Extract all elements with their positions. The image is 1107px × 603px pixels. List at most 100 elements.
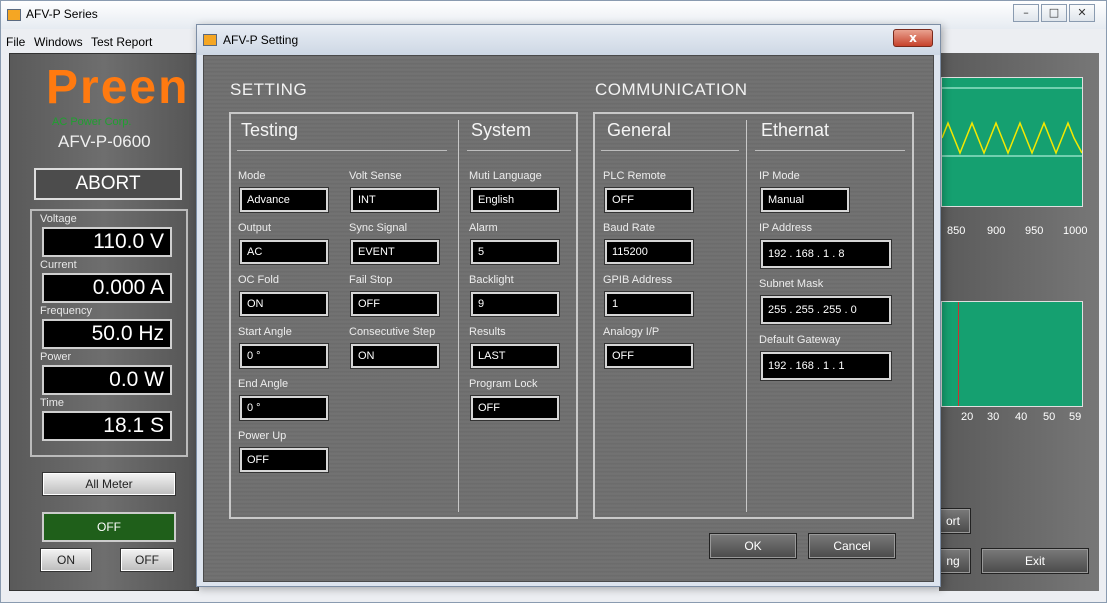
language-field[interactable]: English — [471, 188, 559, 212]
axis-tick: 950 — [1025, 225, 1044, 237]
heading-divider — [755, 150, 905, 151]
marker-line — [958, 302, 959, 406]
output-label: Output — [238, 222, 272, 234]
end-angle-label: End Angle — [238, 378, 289, 390]
menu-test-report[interactable]: Test Report — [91, 35, 152, 49]
heading-divider — [237, 150, 447, 151]
meter-frame: Voltage 110.0 V Current 0.000 A Frequenc… — [30, 209, 188, 457]
backlight-field[interactable]: 9 — [471, 292, 559, 316]
time-label: Time — [40, 397, 65, 409]
ip-address-field[interactable]: 192 . 168 . 1 . 8 — [761, 240, 891, 268]
exit-button[interactable]: Exit — [981, 548, 1089, 574]
cancel-button[interactable]: Cancel — [808, 533, 896, 559]
output-field[interactable]: AC — [240, 240, 328, 264]
frequency-label: Frequency — [40, 305, 92, 317]
maximize-button[interactable]: □ — [1041, 4, 1067, 22]
dialog-title: AFV-P Setting — [223, 33, 299, 47]
analogy-ip-label: Analogy I/P — [603, 326, 660, 338]
power-up-label: Power Up — [238, 430, 287, 442]
gpib-address-label: GPIB Address — [603, 274, 673, 286]
status-display: ABORT — [34, 168, 182, 200]
consecutive-step-field[interactable]: ON — [351, 344, 439, 368]
ethernet-heading: Ethernat — [761, 120, 830, 140]
fail-stop-field[interactable]: OFF — [351, 292, 439, 316]
backlight-label: Backlight — [469, 274, 514, 286]
baud-rate-field[interactable]: 115200 — [605, 240, 693, 264]
menu-windows[interactable]: Windows — [34, 35, 83, 49]
alarm-field[interactable]: 5 — [471, 240, 559, 264]
default-gateway-label: Default Gateway — [759, 334, 841, 346]
fail-stop-label: Fail Stop — [349, 274, 393, 286]
ip-mode-field[interactable]: Manual — [761, 188, 849, 212]
plc-remote-label: PLC Remote — [603, 170, 666, 182]
axis-tick: 59 — [1069, 411, 1082, 423]
results-field[interactable]: LAST — [471, 344, 559, 368]
program-lock-field[interactable]: OFF — [471, 396, 559, 420]
volt-sense-label: Volt Sense — [349, 170, 402, 182]
communication-section-title: COMMUNICATION — [595, 80, 748, 99]
axis-tick: 900 — [987, 225, 1006, 237]
dialog-body: SETTING COMMUNICATION Testing System Mod… — [203, 55, 934, 582]
all-meter-button[interactable]: All Meter — [42, 472, 176, 496]
general-heading: General — [607, 120, 672, 140]
model-name: AFV-P-0600 — [58, 132, 151, 151]
power-label: Power — [40, 351, 72, 363]
output-off-button[interactable]: OFF — [120, 548, 174, 572]
axis-tick: 40 — [1015, 411, 1028, 423]
waveform-trace — [941, 87, 1083, 157]
power-value: 0.0 W — [42, 365, 172, 395]
volt-sense-field[interactable]: INT — [351, 188, 439, 212]
mode-field[interactable]: Advance — [240, 188, 328, 212]
start-angle-label: Start Angle — [238, 326, 292, 338]
axis-tick: 1000 — [1063, 225, 1088, 237]
testing-heading: Testing — [241, 120, 299, 140]
axis-tick: 850 — [947, 225, 966, 237]
plc-remote-field[interactable]: OFF — [605, 188, 693, 212]
dialog-titlebar: AFV-P Setting x — [197, 25, 940, 55]
axis-tick: 50 — [1043, 411, 1056, 423]
axis-tick: 20 — [961, 411, 974, 423]
results-label: Results — [469, 326, 506, 338]
mode-label: Mode — [238, 170, 266, 182]
setting-group: Testing System Mode Advance Output AC OC… — [229, 112, 578, 519]
time-value: 18.1 S — [42, 411, 172, 441]
subnet-mask-label: Subnet Mask — [759, 278, 824, 290]
dialog-close-button[interactable]: x — [893, 29, 933, 47]
gpib-address-field[interactable]: 1 — [605, 292, 693, 316]
menu-file[interactable]: File — [6, 35, 25, 49]
oc-fold-label: OC Fold — [238, 274, 279, 286]
meter-panel: Preen AC Power Corp. AFV-P-0600 ABORT Vo… — [9, 53, 199, 591]
sync-signal-field[interactable]: EVENT — [351, 240, 439, 264]
end-angle-field[interactable]: 0 ° — [240, 396, 328, 420]
subnet-mask-field[interactable]: 255 . 255 . 255 . 0 — [761, 296, 891, 324]
consecutive-step-label: Consecutive Step — [349, 326, 436, 338]
ok-button[interactable]: OK — [709, 533, 797, 559]
heading-divider — [467, 150, 571, 151]
voltage-value: 110.0 V — [42, 227, 172, 257]
setting-section-title: SETTING — [230, 80, 308, 99]
oc-fold-field[interactable]: ON — [240, 292, 328, 316]
output-on-button[interactable]: ON — [40, 548, 92, 572]
start-angle-field[interactable]: 0 ° — [240, 344, 328, 368]
default-gateway-field[interactable]: 192 . 168 . 1 . 1 — [761, 352, 891, 380]
preen-app-icon — [7, 9, 21, 21]
axis-tick: 30 — [987, 411, 1000, 423]
current-label: Current — [40, 259, 77, 271]
power-up-field[interactable]: OFF — [240, 448, 328, 472]
brand-subtitle: AC Power Corp. — [52, 116, 132, 128]
minimize-button[interactable]: – — [1013, 4, 1039, 22]
menubar: File Windows Test Report — [1, 31, 201, 51]
column-divider — [746, 120, 747, 512]
ip-address-label: IP Address — [759, 222, 812, 234]
brand-logo: Preen — [46, 61, 190, 114]
alarm-label: Alarm — [469, 222, 498, 234]
plot-area: 850 900 950 1000 20 30 40 50 59 ort ng E… — [935, 53, 1099, 591]
output-state-indicator: OFF — [42, 512, 176, 542]
spectrum-plot — [941, 301, 1083, 407]
program-lock-label: Program Lock — [469, 378, 538, 390]
close-button[interactable]: ✕ — [1069, 4, 1095, 22]
main-window-title: AFV-P Series — [26, 7, 98, 21]
heading-divider — [601, 150, 739, 151]
analogy-ip-field[interactable]: OFF — [605, 344, 693, 368]
ip-mode-label: IP Mode — [759, 170, 800, 182]
